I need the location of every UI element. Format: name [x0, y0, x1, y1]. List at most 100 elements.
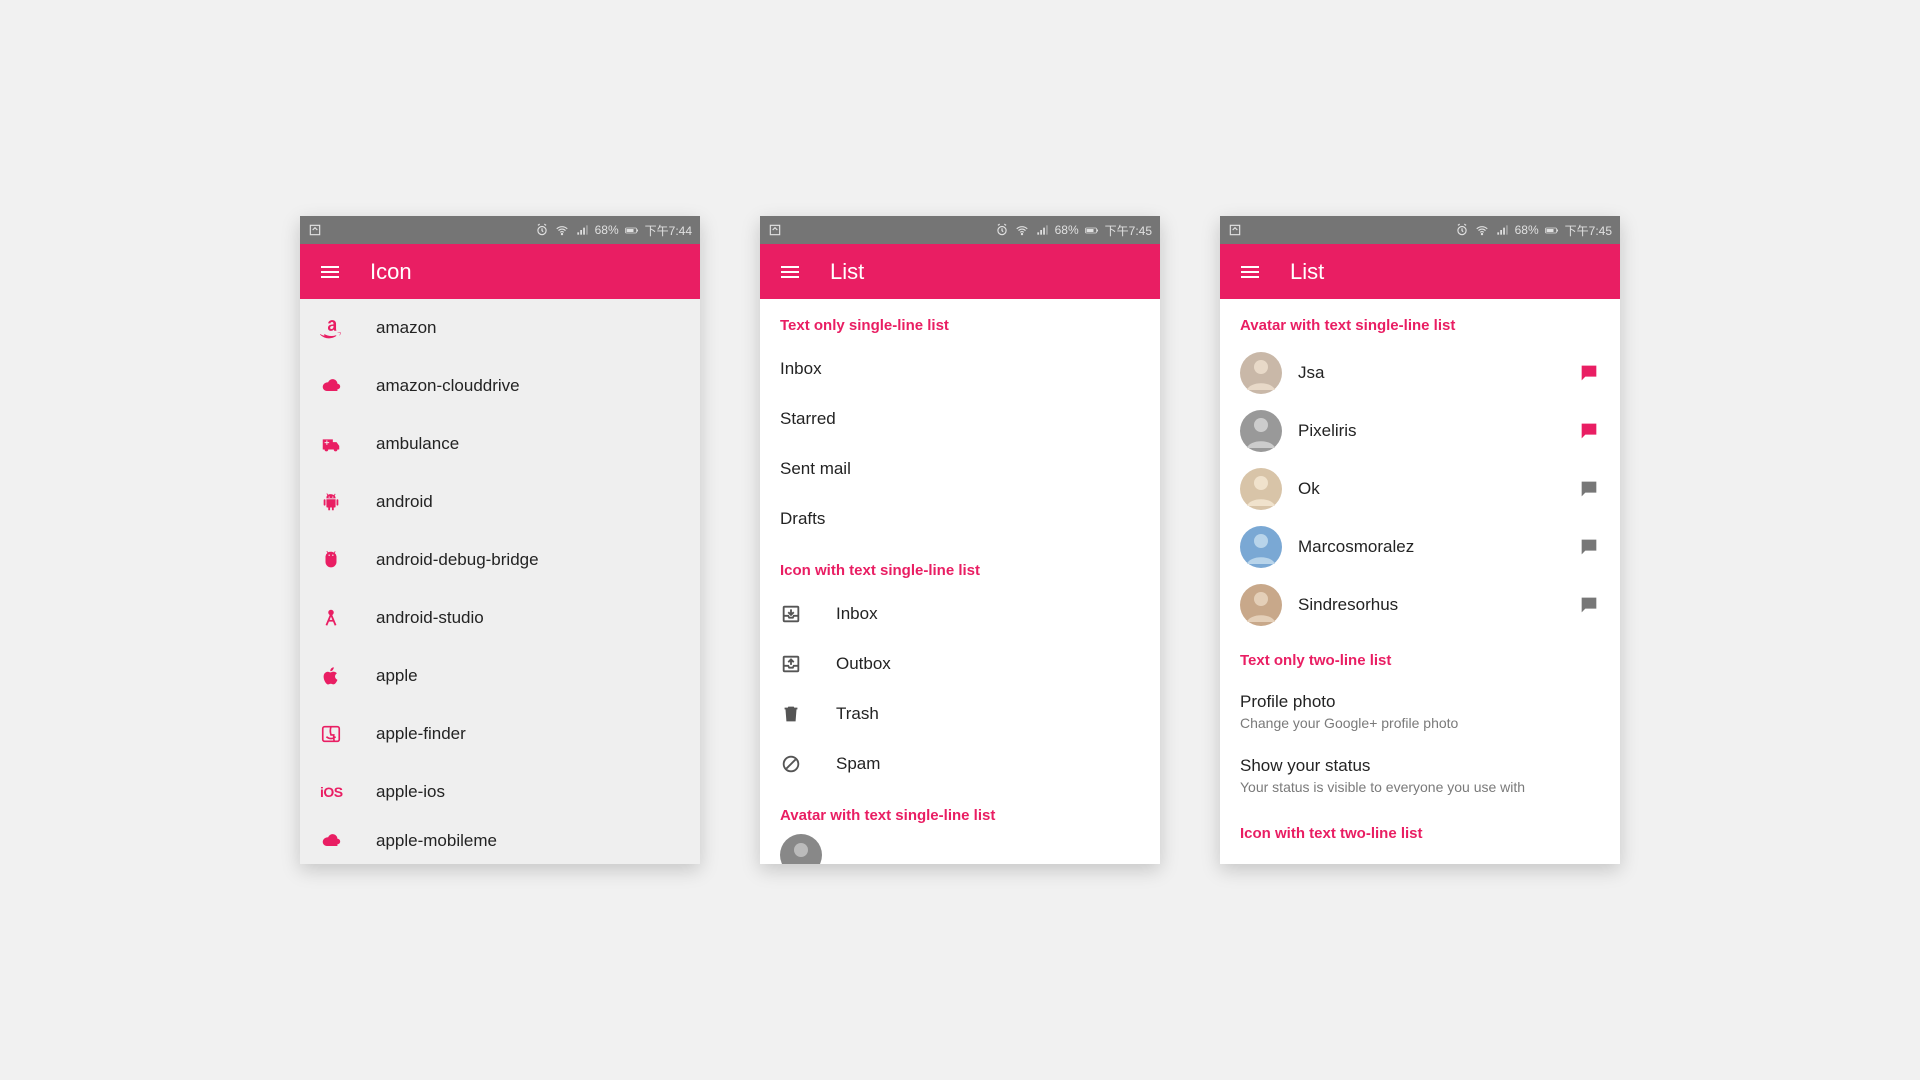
- signal-icon: [1495, 223, 1509, 237]
- chat-icon[interactable]: [1578, 595, 1600, 615]
- icon-row-amazon[interactable]: amazon: [300, 299, 700, 357]
- alarm-icon: [1455, 223, 1469, 237]
- page-title: List: [1290, 259, 1324, 285]
- alarm-icon: [535, 223, 549, 237]
- avatar: [1240, 584, 1282, 626]
- alarm-icon: [995, 223, 1009, 237]
- signal-icon: [1035, 223, 1049, 237]
- list-item-sent[interactable]: Sent mail: [760, 444, 1160, 494]
- list-content: Text only single-line list Inbox Starred…: [760, 299, 1160, 864]
- section-icon-two-line: Icon with text two-line list: [1220, 807, 1620, 852]
- section-two-line: Text only two-line list: [1220, 634, 1620, 679]
- chat-icon[interactable]: [1578, 479, 1600, 499]
- two-line-primary: Show your status: [1240, 756, 1600, 776]
- list-item-starred[interactable]: Starred: [760, 394, 1160, 444]
- list-item-label: Starred: [780, 409, 836, 429]
- icon-row-label: apple-finder: [376, 724, 466, 744]
- avatar: [780, 834, 822, 864]
- chat-icon[interactable]: [1578, 537, 1600, 557]
- ios-icon: iOS: [320, 784, 360, 800]
- list-item-spam-icon[interactable]: Spam: [760, 739, 1160, 789]
- app-bar: Icon: [300, 244, 700, 299]
- apple-icon: [320, 665, 360, 687]
- battery-percent: 68%: [1515, 223, 1539, 237]
- icon-row-label: amazon-clouddrive: [376, 376, 520, 396]
- menu-icon[interactable]: [778, 260, 802, 284]
- avatar: [1240, 468, 1282, 510]
- contact-row-jsa[interactable]: Jsa: [1220, 344, 1620, 402]
- battery-icon: [625, 223, 639, 237]
- two-line-profile-photo[interactable]: Profile photo Change your Google+ profil…: [1220, 679, 1620, 743]
- icon-row-adb[interactable]: android-debug-bridge: [300, 531, 700, 589]
- icon-row-android-studio[interactable]: android-studio: [300, 589, 700, 647]
- trash-icon: [780, 703, 820, 725]
- wifi-icon: [1015, 223, 1029, 237]
- icon-row-android[interactable]: android: [300, 473, 700, 531]
- icon-row-apple-finder[interactable]: apple-finder: [300, 705, 700, 763]
- status-bar: 68% 下午7:45: [760, 216, 1160, 244]
- contact-row-ok[interactable]: Ok: [1220, 460, 1620, 518]
- list-item-label: Trash: [836, 704, 879, 724]
- list-item-label: Inbox: [836, 604, 878, 624]
- status-bar: 68% 下午7:45: [1220, 216, 1620, 244]
- chat-icon[interactable]: [1578, 363, 1600, 383]
- page-title: List: [830, 259, 864, 285]
- expand-icon: [308, 223, 322, 237]
- list-item-label: Spam: [836, 754, 880, 774]
- android-icon: [320, 491, 360, 513]
- ambulance-icon: [320, 433, 360, 455]
- page-title: Icon: [370, 259, 412, 285]
- app-bar: List: [760, 244, 1160, 299]
- icon-row-apple-ios[interactable]: iOS apple-ios: [300, 763, 700, 821]
- two-line-primary: Profile photo: [1240, 692, 1600, 712]
- icon-row-label: apple-ios: [376, 782, 445, 802]
- avatar: [1240, 526, 1282, 568]
- icon-row-apple-mobileme[interactable]: apple-mobileme: [300, 821, 700, 861]
- clock-text: 下午7:44: [645, 222, 692, 239]
- chat-icon[interactable]: [1578, 421, 1600, 441]
- phone-screen-list-2: 68% 下午7:45 List Avatar with text single-…: [1220, 216, 1620, 864]
- icon-row-label: apple-mobileme: [376, 831, 497, 851]
- list-item-inbox[interactable]: Inbox: [760, 344, 1160, 394]
- list-item-drafts[interactable]: Drafts: [760, 494, 1160, 544]
- icon-row-apple[interactable]: apple: [300, 647, 700, 705]
- battery-icon: [1085, 223, 1099, 237]
- icon-row-amazon-clouddrive[interactable]: amazon-clouddrive: [300, 357, 700, 415]
- amazon-icon: [320, 317, 360, 339]
- list-item-trash-icon[interactable]: Trash: [760, 689, 1160, 739]
- contact-row-sindresorhus[interactable]: Sindresorhus: [1220, 576, 1620, 634]
- two-line-show-status[interactable]: Show your status Your status is visible …: [1220, 743, 1620, 807]
- wifi-icon: [1475, 223, 1489, 237]
- battery-percent: 68%: [1055, 223, 1079, 237]
- icon-row-label: android-debug-bridge: [376, 550, 539, 570]
- menu-icon[interactable]: [1238, 260, 1262, 284]
- list-item-outbox-icon[interactable]: Outbox: [760, 639, 1160, 689]
- list-item-label: Sent mail: [780, 459, 851, 479]
- icon-row-ambulance[interactable]: ambulance: [300, 415, 700, 473]
- contact-name: Marcosmoralez: [1298, 537, 1414, 557]
- icon-list: amazon amazon-clouddrive ambulance andro…: [300, 299, 700, 864]
- battery-icon: [1545, 223, 1559, 237]
- contact-name: Pixeliris: [1298, 421, 1357, 441]
- adb-icon: [320, 549, 360, 571]
- avatar: [1240, 410, 1282, 452]
- icon-row-label: amazon: [376, 318, 436, 338]
- contact-row-marcosmoralez[interactable]: Marcosmoralez: [1220, 518, 1620, 576]
- avatar: [1240, 352, 1282, 394]
- list-item-avatar-peek[interactable]: [760, 834, 1160, 864]
- status-bar: 68% 下午7:44: [300, 216, 700, 244]
- list-item-label: Inbox: [780, 359, 822, 379]
- finder-icon: [320, 723, 360, 745]
- list-item-inbox-icon[interactable]: Inbox: [760, 589, 1160, 639]
- menu-icon[interactable]: [318, 260, 342, 284]
- section-avatar-text: Avatar with text single-line list: [760, 789, 1160, 834]
- wifi-icon: [555, 223, 569, 237]
- list-content: Avatar with text single-line list Jsa Pi…: [1220, 299, 1620, 864]
- icon-row-label: android: [376, 492, 433, 512]
- compass-icon: [320, 607, 360, 629]
- battery-percent: 68%: [595, 223, 619, 237]
- section-text-only: Text only single-line list: [760, 299, 1160, 344]
- phone-screen-icon: 68% 下午7:44 Icon amazon amazon-clouddrive: [300, 216, 700, 864]
- mobileme-icon: [320, 830, 360, 852]
- contact-row-pixeliris[interactable]: Pixeliris: [1220, 402, 1620, 460]
